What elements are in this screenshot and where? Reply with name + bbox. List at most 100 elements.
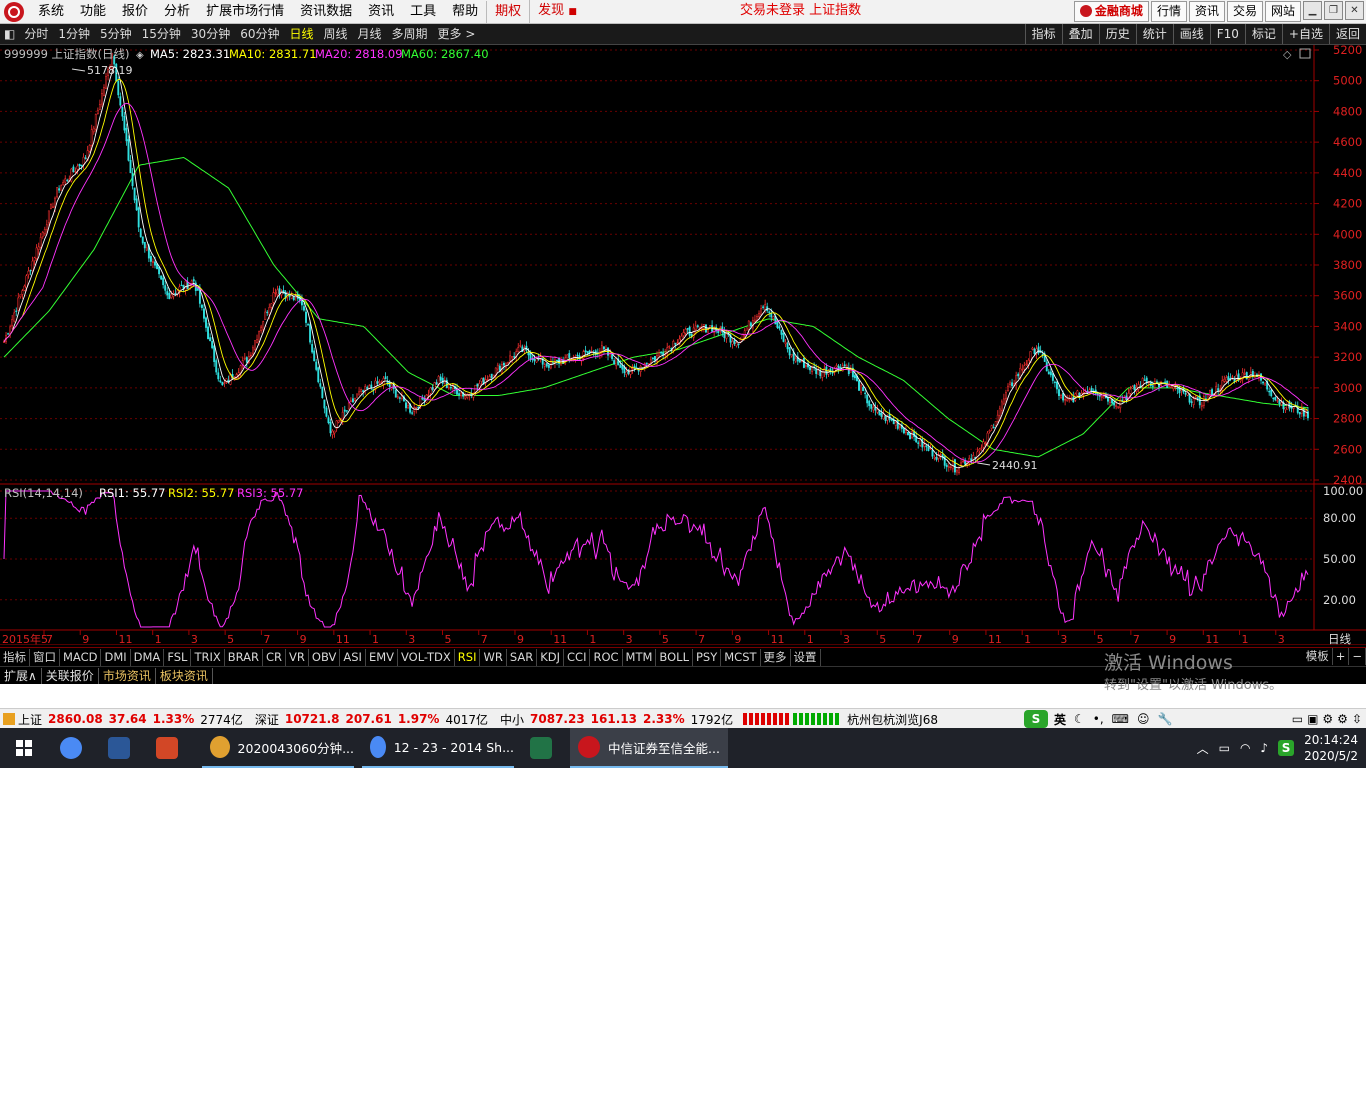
period-more[interactable]: 更多 >: [433, 24, 481, 44]
indicator-tab-21[interactable]: BOLL: [656, 648, 693, 666]
indicator-tab-0[interactable]: 指标: [0, 648, 30, 666]
period-60min[interactable]: 60分钟: [235, 24, 284, 44]
chart-area[interactable]: 999999 上证指数(日线) ◈ MA5: 2823.31 MA10: 283…: [0, 43, 1366, 646]
moon-icon[interactable]: ☾: [1074, 712, 1085, 726]
wifi-icon[interactable]: ◠: [1240, 741, 1250, 755]
indicator-tab-19[interactable]: ROC: [590, 648, 623, 666]
indicator-tab-14[interactable]: RSI: [455, 648, 481, 666]
period-5min[interactable]: 5分钟: [95, 24, 137, 44]
start-button[interactable]: [0, 728, 48, 768]
period-intraday[interactable]: 分时: [19, 24, 53, 44]
menu-tools[interactable]: 工具: [402, 1, 444, 23]
tool-draw-line[interactable]: 画线: [1172, 24, 1210, 44]
minimize-icon[interactable]: ▁: [1303, 1, 1322, 20]
period-multi[interactable]: 多周期: [387, 24, 433, 44]
template-button[interactable]: 模板: [1303, 648, 1333, 665]
taskbar-powerpoint[interactable]: [148, 728, 194, 768]
indicator-tab-22[interactable]: PSY: [693, 648, 722, 666]
menu-options[interactable]: 期权: [486, 0, 529, 23]
indicator-tab-17[interactable]: KDJ: [537, 648, 565, 666]
taskbar-excel[interactable]: [522, 728, 566, 768]
volume-icon[interactable]: ♪: [1260, 741, 1268, 755]
punctuation-icon[interactable]: •,: [1093, 712, 1104, 726]
period-30min[interactable]: 30分钟: [186, 24, 235, 44]
server-name[interactable]: 杭州包杭浏览J68: [847, 711, 938, 728]
taskbar-word[interactable]: [100, 728, 146, 768]
period-weekly[interactable]: 周线: [319, 24, 353, 44]
website-button[interactable]: 网站: [1264, 1, 1301, 22]
chevron-up-icon[interactable]: ︿: [1197, 740, 1209, 757]
indicator-tab-2[interactable]: MACD: [60, 648, 102, 666]
sogou-tray-icon[interactable]: S: [1278, 740, 1295, 756]
menu-discover[interactable]: 发现 ■: [529, 0, 585, 23]
expand-tab[interactable]: 扩展∧: [0, 667, 42, 684]
menu-system[interactable]: 系统: [30, 1, 72, 23]
market-button[interactable]: 行情: [1150, 1, 1187, 22]
period-daily[interactable]: 日线: [284, 24, 318, 44]
indicator-tab-8[interactable]: CR: [263, 648, 287, 666]
keyboard-icon[interactable]: ⌨: [1112, 712, 1129, 726]
sogou-ime-icon[interactable]: S: [1023, 710, 1048, 728]
indicator-tab-6[interactable]: TRIX: [191, 648, 225, 666]
add-panel-button[interactable]: +: [1333, 648, 1350, 665]
indicator-tab-3[interactable]: DMI: [101, 648, 131, 666]
menu-extended-market[interactable]: 扩展市场行情: [198, 1, 292, 23]
period-monthly[interactable]: 月线: [353, 24, 387, 44]
clock[interactable]: 20:14:24 2020/5/2: [1304, 732, 1358, 764]
tool-add-watchlist[interactable]: +自选: [1281, 24, 1329, 44]
citic-logo-icon[interactable]: [4, 1, 24, 22]
sector-news-tab[interactable]: 板块资讯: [156, 667, 213, 684]
tool-statistics[interactable]: 统计: [1135, 24, 1173, 44]
indicator-tab-7[interactable]: BRAR: [225, 648, 264, 666]
config-icon[interactable]: ⚙: [1337, 712, 1348, 726]
period-15min[interactable]: 15分钟: [137, 24, 186, 44]
kline-chart[interactable]: 999999 上证指数(日线) ◈ MA5: 2823.31 MA10: 283…: [0, 43, 1366, 646]
tool-back[interactable]: 返回: [1328, 24, 1366, 44]
layout-icon[interactable]: ▭: [1292, 712, 1303, 726]
related-quote-tab[interactable]: 关联报价: [42, 667, 99, 684]
indicator-tab-10[interactable]: OBV: [309, 648, 341, 666]
menu-help[interactable]: 帮助: [444, 1, 486, 23]
indicator-tab-24[interactable]: 更多: [761, 648, 791, 666]
indicator-tab-25[interactable]: 设置: [791, 648, 821, 666]
taskbar-chrome-window[interactable]: 12 - 23 - 2014 Sh...: [362, 728, 514, 768]
trade-button[interactable]: 交易: [1226, 1, 1263, 22]
indicator-tab-9[interactable]: VR: [286, 648, 309, 666]
indicator-tab-23[interactable]: MCST: [721, 648, 761, 666]
market-news-tab[interactable]: 市场资讯: [99, 667, 156, 684]
finance-mall-button[interactable]: 金融商城: [1073, 1, 1149, 22]
indicator-tab-16[interactable]: SAR: [507, 648, 538, 666]
lock-icon[interactable]: ▣: [1307, 712, 1318, 726]
user-icon[interactable]: ☺: [1137, 712, 1150, 726]
menu-info-data[interactable]: 资讯数据: [292, 1, 360, 23]
market-icon[interactable]: [3, 713, 15, 725]
indicator-tab-5[interactable]: FSL: [164, 648, 192, 666]
news-button[interactable]: 资讯: [1188, 1, 1225, 22]
indicator-tab-1[interactable]: 窗口: [30, 648, 60, 666]
menu-quote[interactable]: 报价: [114, 1, 156, 23]
indicator-tab-13[interactable]: VOL-TDX: [398, 648, 455, 666]
tool-f10[interactable]: F10: [1209, 24, 1245, 44]
indicator-tab-20[interactable]: MTM: [623, 648, 657, 666]
menu-function[interactable]: 功能: [72, 1, 114, 23]
expand-icon[interactable]: ◈: [136, 50, 144, 61]
tool-indicator[interactable]: 指标: [1024, 24, 1062, 44]
wrench-icon[interactable]: 🔧: [1158, 712, 1173, 726]
menu-info[interactable]: 资讯: [360, 1, 402, 23]
indicator-tab-4[interactable]: DMA: [131, 648, 165, 666]
tool-history[interactable]: 历史: [1098, 24, 1136, 44]
battery-icon[interactable]: ▭: [1219, 741, 1230, 755]
close-icon[interactable]: ✕: [1345, 1, 1364, 20]
tool-mark[interactable]: 标记: [1244, 24, 1282, 44]
restore-icon[interactable]: ❐: [1324, 1, 1343, 20]
diamond-icon[interactable]: ◇: [1283, 48, 1292, 61]
taskbar-citic[interactable]: 中信证券至信全能...: [570, 728, 728, 768]
indicator-tab-15[interactable]: WR: [480, 648, 507, 666]
period-1min[interactable]: 1分钟: [53, 24, 95, 44]
taskbar-chrome-pinned[interactable]: [52, 728, 98, 768]
remove-panel-button[interactable]: −: [1349, 648, 1366, 665]
panel-toggle-icon[interactable]: ◧: [0, 24, 19, 44]
tool-overlay[interactable]: 叠加: [1061, 24, 1099, 44]
menu-analysis[interactable]: 分析: [156, 1, 198, 23]
taskbar-paint[interactable]: 2020043060分钟...: [202, 728, 354, 768]
